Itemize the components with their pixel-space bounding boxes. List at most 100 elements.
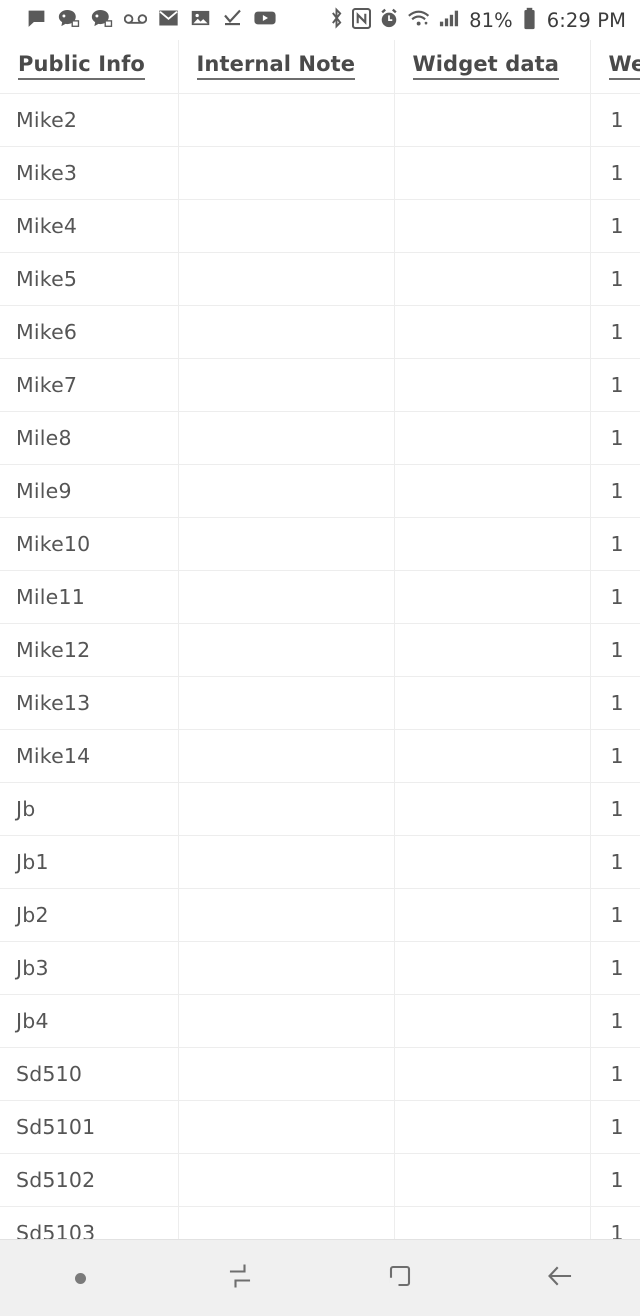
cell-week[interactable]: 1: [590, 729, 640, 783]
table-row[interactable]: Mike14 1: [0, 729, 640, 783]
cell-week[interactable]: 1: [590, 1047, 640, 1101]
table-row[interactable]: Sd5103 1: [0, 1206, 640, 1239]
nav-back-button[interactable]: [480, 1240, 640, 1316]
cell-internal-note[interactable]: [178, 835, 395, 889]
table-row[interactable]: Jb4 1: [0, 994, 640, 1048]
cell-public-info[interactable]: Sd5101: [0, 1100, 179, 1154]
cell-week[interactable]: 1: [590, 1153, 640, 1207]
column-header-week[interactable]: Week: [590, 40, 640, 94]
cell-public-info[interactable]: Mile8: [0, 411, 179, 465]
cell-week[interactable]: 1: [590, 93, 640, 147]
cell-public-info[interactable]: Mike10: [0, 517, 179, 571]
table-row[interactable]: Mike5 1: [0, 252, 640, 306]
cell-public-info[interactable]: Mike5: [0, 252, 179, 306]
table-row[interactable]: Mike4 1: [0, 199, 640, 253]
cell-widget-data[interactable]: [394, 729, 591, 783]
cell-week[interactable]: 1: [590, 464, 640, 518]
table-row[interactable]: Mike12 1: [0, 623, 640, 677]
cell-widget-data[interactable]: [394, 146, 591, 200]
table-row[interactable]: Sd5102 1: [0, 1153, 640, 1207]
cell-public-info[interactable]: Mike4: [0, 199, 179, 253]
data-table-scroll-area[interactable]: Public Info Internal Note Widget data We…: [0, 40, 640, 1239]
cell-widget-data[interactable]: [394, 305, 591, 359]
table-row[interactable]: Mike2 1: [0, 93, 640, 147]
cell-week[interactable]: 1: [590, 835, 640, 889]
table-row[interactable]: Mike10 1: [0, 517, 640, 571]
table-row[interactable]: Mile9 1: [0, 464, 640, 518]
table-row[interactable]: Mike13 1: [0, 676, 640, 730]
cell-internal-note[interactable]: [178, 411, 395, 465]
cell-week[interactable]: 1: [590, 1206, 640, 1239]
table-row[interactable]: Sd510 1: [0, 1047, 640, 1101]
cell-internal-note[interactable]: [178, 517, 395, 571]
table-row[interactable]: Mike7 1: [0, 358, 640, 412]
cell-internal-note[interactable]: [178, 1206, 395, 1239]
cell-public-info[interactable]: Mike6: [0, 305, 179, 359]
cell-week[interactable]: 1: [590, 941, 640, 995]
cell-public-info[interactable]: Mike12: [0, 623, 179, 677]
cell-public-info[interactable]: Mike3: [0, 146, 179, 200]
cell-widget-data[interactable]: [394, 199, 591, 253]
cell-widget-data[interactable]: [394, 835, 591, 889]
cell-week[interactable]: 1: [590, 570, 640, 624]
cell-internal-note[interactable]: [178, 782, 395, 836]
cell-public-info[interactable]: Sd5103: [0, 1206, 179, 1239]
cell-widget-data[interactable]: [394, 1153, 591, 1207]
cell-public-info[interactable]: Sd5102: [0, 1153, 179, 1207]
column-header-internal-note[interactable]: Internal Note: [178, 40, 395, 94]
nav-dot-button[interactable]: [0, 1240, 160, 1316]
cell-widget-data[interactable]: [394, 252, 591, 306]
cell-widget-data[interactable]: [394, 517, 591, 571]
cell-week[interactable]: 1: [590, 994, 640, 1048]
cell-week[interactable]: 1: [590, 358, 640, 412]
cell-widget-data[interactable]: [394, 93, 591, 147]
cell-widget-data[interactable]: [394, 358, 591, 412]
cell-internal-note[interactable]: [178, 941, 395, 995]
cell-week[interactable]: 1: [590, 623, 640, 677]
nav-recents-button[interactable]: [160, 1240, 320, 1316]
cell-internal-note[interactable]: [178, 994, 395, 1048]
cell-internal-note[interactable]: [178, 93, 395, 147]
table-row[interactable]: Mike3 1: [0, 146, 640, 200]
cell-internal-note[interactable]: [178, 676, 395, 730]
cell-internal-note[interactable]: [178, 729, 395, 783]
cell-widget-data[interactable]: [394, 411, 591, 465]
cell-internal-note[interactable]: [178, 199, 395, 253]
cell-widget-data[interactable]: [394, 1100, 591, 1154]
table-row[interactable]: Mile8 1: [0, 411, 640, 465]
cell-widget-data[interactable]: [394, 941, 591, 995]
cell-public-info[interactable]: Mike13: [0, 676, 179, 730]
table-row[interactable]: Jb 1: [0, 782, 640, 836]
cell-public-info[interactable]: Mile11: [0, 570, 179, 624]
table-row[interactable]: Mile11 1: [0, 570, 640, 624]
cell-widget-data[interactable]: [394, 570, 591, 624]
cell-public-info[interactable]: Jb3: [0, 941, 179, 995]
cell-internal-note[interactable]: [178, 623, 395, 677]
cell-week[interactable]: 1: [590, 1100, 640, 1154]
cell-public-info[interactable]: Sd510: [0, 1047, 179, 1101]
cell-internal-note[interactable]: [178, 570, 395, 624]
table-row[interactable]: Jb2 1: [0, 888, 640, 942]
cell-widget-data[interactable]: [394, 1206, 591, 1239]
cell-week[interactable]: 1: [590, 517, 640, 571]
nav-home-button[interactable]: [320, 1240, 480, 1316]
cell-internal-note[interactable]: [178, 146, 395, 200]
cell-week[interactable]: 1: [590, 252, 640, 306]
table-row[interactable]: Sd5101 1: [0, 1100, 640, 1154]
cell-public-info[interactable]: Mike2: [0, 93, 179, 147]
cell-week[interactable]: 1: [590, 888, 640, 942]
column-header-public-info[interactable]: Public Info: [0, 40, 179, 94]
table-row[interactable]: Jb1 1: [0, 835, 640, 889]
cell-internal-note[interactable]: [178, 1047, 395, 1101]
cell-public-info[interactable]: Jb1: [0, 835, 179, 889]
cell-public-info[interactable]: Mike7: [0, 358, 179, 412]
cell-week[interactable]: 1: [590, 782, 640, 836]
cell-week[interactable]: 1: [590, 676, 640, 730]
column-header-widget-data[interactable]: Widget data: [394, 40, 591, 94]
cell-widget-data[interactable]: [394, 464, 591, 518]
cell-week[interactable]: 1: [590, 199, 640, 253]
table-row[interactable]: Mike6 1: [0, 305, 640, 359]
cell-internal-note[interactable]: [178, 1153, 395, 1207]
cell-public-info[interactable]: Jb4: [0, 994, 179, 1048]
cell-week[interactable]: 1: [590, 305, 640, 359]
